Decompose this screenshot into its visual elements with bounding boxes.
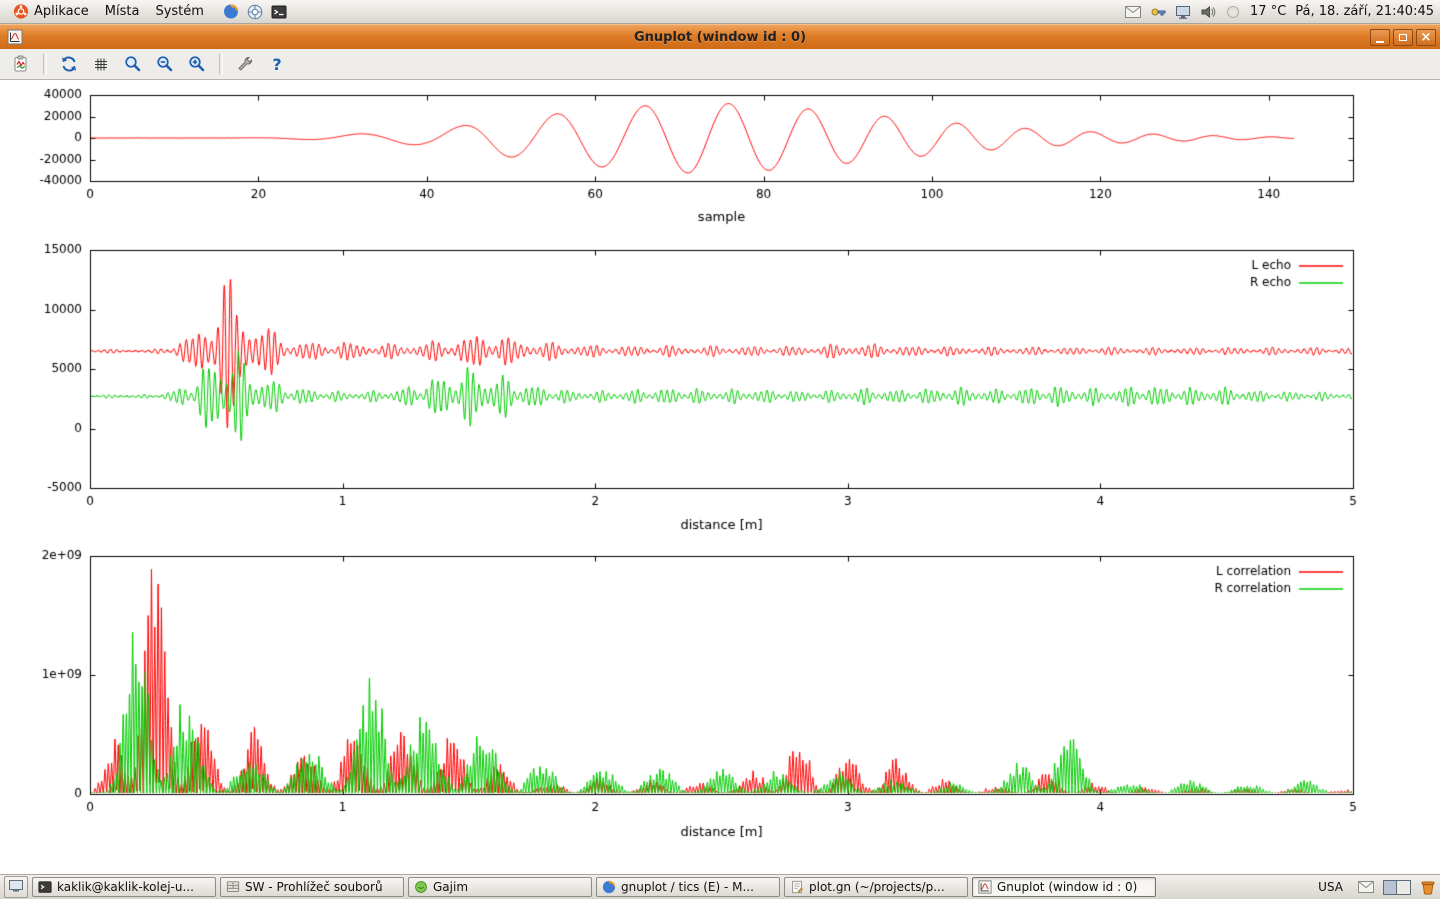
close-icon: ×	[1421, 31, 1432, 44]
maximize-icon	[1399, 34, 1407, 41]
taskbar-item-text-editor[interactable]: plot.gn (~/projects/p...	[784, 877, 968, 897]
toggle-grid-button[interactable]	[88, 51, 114, 77]
minimize-icon	[1376, 41, 1384, 43]
menu-system[interactable]: Systém	[148, 2, 210, 21]
panel-menus: Aplikace Místa Systém	[6, 2, 287, 22]
gnuplot-window: Gnuplot (window id : 0) ×	[0, 24, 1440, 874]
taskbar-right: USA	[1312, 879, 1436, 895]
menu-system-label: Systém	[155, 4, 203, 19]
help-button[interactable]: ?	[264, 51, 290, 77]
refresh-icon	[60, 55, 78, 73]
gnuplot-plot-area	[0, 80, 1440, 874]
terminal-launcher-icon[interactable]	[271, 4, 287, 20]
taskbar-item-gnuplot[interactable]: Gnuplot (window id : 0)	[972, 877, 1156, 897]
replot-button[interactable]	[56, 51, 82, 77]
window-titlebar[interactable]: Gnuplot (window id : 0) ×	[0, 24, 1440, 49]
zoom-in-button[interactable]	[184, 51, 210, 77]
help-launcher-icon[interactable]	[247, 4, 263, 20]
file-manager-icon	[226, 880, 240, 894]
grid-icon	[92, 55, 110, 73]
toolbar-separator	[219, 54, 223, 74]
magnifier-minus-icon	[156, 55, 174, 73]
wrench-icon	[236, 55, 254, 73]
menu-applications-label: Aplikace	[34, 4, 89, 19]
settings-button[interactable]	[232, 51, 258, 77]
terminal-icon	[38, 880, 52, 894]
desktop: Aplikace Místa Systém	[0, 0, 1440, 900]
minimize-button[interactable]	[1370, 29, 1390, 46]
mail-tray-icon[interactable]	[1125, 4, 1141, 20]
firefox-icon	[602, 880, 616, 894]
weather-label[interactable]: 17 °C	[1250, 4, 1286, 19]
help-icon: ?	[272, 55, 281, 74]
taskbar-item-gajim[interactable]: Gajim	[408, 877, 592, 897]
zoom-button[interactable]	[120, 51, 146, 77]
taskbar-item-label: kaklik@kaklik-kolej-u...	[57, 880, 194, 894]
plots-canvas[interactable]	[0, 80, 1440, 874]
taskbar-item-terminal[interactable]: kaklik@kaklik-kolej-u...	[32, 877, 216, 897]
clipboard-icon	[12, 55, 30, 73]
keyring-tray-icon[interactable]	[1150, 4, 1166, 20]
top-panel: Aplikace Místa Systém	[0, 0, 1440, 24]
show-desktop-icon	[9, 880, 23, 895]
menu-places[interactable]: Místa	[98, 2, 147, 21]
maximize-button[interactable]	[1393, 29, 1413, 46]
display-tray-icon[interactable]	[1175, 4, 1191, 20]
panel-launchers	[223, 4, 287, 20]
bottom-taskbar: kaklik@kaklik-kolej-u... SW - Prohlížeč …	[0, 874, 1440, 899]
taskbar-item-label: gnuplot / tics (E) - M...	[621, 880, 754, 894]
gnuplot-icon	[978, 880, 992, 894]
copy-to-clipboard-button[interactable]	[8, 51, 34, 77]
ubuntu-logo-icon	[13, 4, 29, 20]
panel-tray: 17 °C Pá, 18. září, 21:40:45	[1125, 4, 1434, 20]
taskbar-item-firefox[interactable]: gnuplot / tics (E) - M...	[596, 877, 780, 897]
firefox-launcher-icon[interactable]	[223, 4, 239, 20]
taskbar-item-label: SW - Prohlížeč souborů	[245, 880, 383, 894]
taskbar-item-file-manager[interactable]: SW - Prohlížeč souborů	[220, 877, 404, 897]
gnuplot-window-icon	[7, 29, 23, 45]
taskbar-item-label: plot.gn (~/projects/p...	[809, 880, 945, 894]
taskbar-item-label: Gnuplot (window id : 0)	[997, 880, 1137, 894]
gajim-icon	[414, 880, 428, 894]
show-desktop-button[interactable]	[4, 876, 28, 898]
gnuplot-toolbar: ?	[0, 49, 1440, 80]
text-editor-icon	[790, 880, 804, 894]
trash-icon[interactable]	[1420, 879, 1436, 895]
workspace-switcher[interactable]	[1383, 880, 1411, 895]
keyboard-layout-indicator[interactable]: USA	[1312, 879, 1349, 895]
mail-notification-icon[interactable]	[1358, 879, 1374, 895]
zoom-out-button[interactable]	[152, 51, 178, 77]
clock-label[interactable]: Pá, 18. září, 21:40:45	[1295, 4, 1434, 19]
menu-places-label: Místa	[105, 4, 140, 19]
magnifier-icon	[124, 55, 142, 73]
toolbar-separator	[43, 54, 47, 74]
weather-tray-icon[interactable]	[1225, 4, 1241, 20]
window-title: Gnuplot (window id : 0)	[0, 30, 1440, 45]
volume-tray-icon[interactable]	[1200, 4, 1216, 20]
close-button[interactable]: ×	[1416, 29, 1436, 46]
menu-applications[interactable]: Aplikace	[6, 2, 96, 22]
magnifier-plus-icon	[188, 55, 206, 73]
taskbar-item-label: Gajim	[433, 880, 468, 894]
window-controls: ×	[1370, 29, 1436, 46]
